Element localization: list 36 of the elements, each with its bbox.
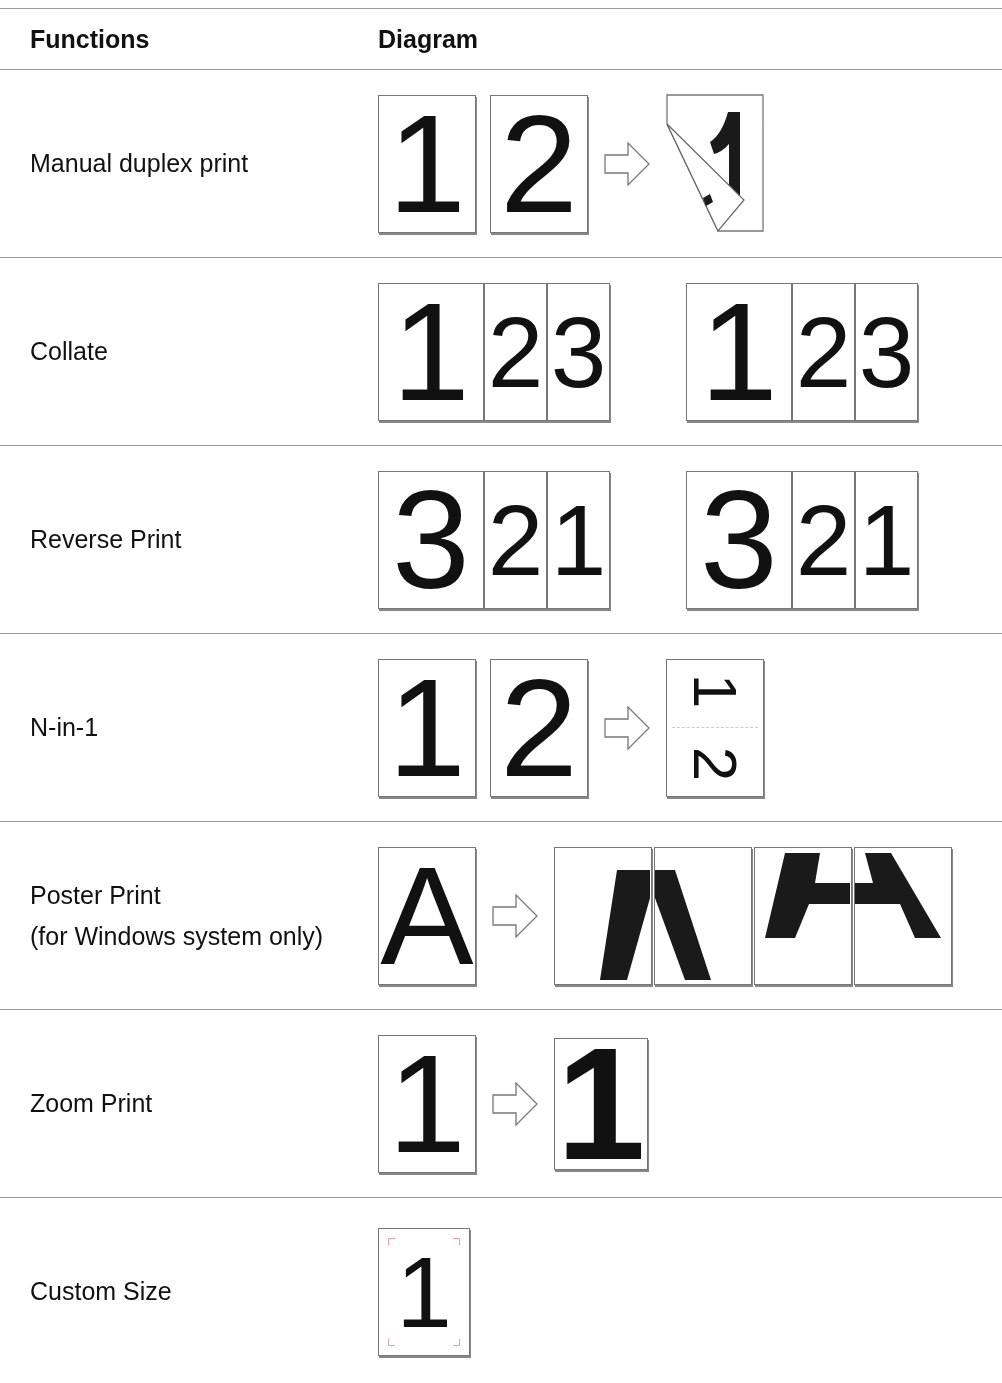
page-number: 2 xyxy=(687,746,743,781)
page-number: 2 xyxy=(487,494,544,585)
page-number: 1 xyxy=(388,100,466,227)
function-label: (for Windows system only) xyxy=(30,920,324,952)
column-header: Diagram xyxy=(348,9,1002,70)
column-header: Functions xyxy=(0,9,348,70)
page-number: 1 xyxy=(700,288,778,415)
page-number: 1 xyxy=(388,664,466,791)
corner-mark-icon xyxy=(453,1338,460,1346)
corner-mark-icon xyxy=(388,1237,395,1245)
page-number: 1 xyxy=(388,1040,466,1167)
page-number: 2 xyxy=(795,494,852,585)
function-label: Zoom Print xyxy=(30,1088,153,1119)
page-number: 2 xyxy=(795,306,852,397)
page-number: 1 xyxy=(858,494,915,585)
page-number: 3 xyxy=(700,476,778,603)
page-number: 1 xyxy=(396,1246,452,1337)
function-label: N-in-1 xyxy=(30,712,99,743)
corner-mark-icon xyxy=(453,1237,460,1245)
page-number: 3 xyxy=(392,476,470,603)
page-number: 1 xyxy=(550,494,607,585)
page-number: 1 xyxy=(687,674,743,709)
page-number: 1 xyxy=(392,288,470,415)
function-label: Manual duplex print xyxy=(30,148,249,179)
page-number: 1 xyxy=(556,1039,646,1168)
page-number: 3 xyxy=(858,306,915,397)
page-number: A xyxy=(380,852,474,979)
page-number: 3 xyxy=(550,306,607,397)
function-label: Custom Size xyxy=(30,1276,172,1307)
function-label: Reverse Print xyxy=(30,524,182,555)
function-label: Poster Print xyxy=(30,879,161,911)
page-number: 2 xyxy=(500,100,578,227)
page-number: 2 xyxy=(500,664,578,791)
page-number: 2 xyxy=(487,306,544,397)
function-label: Collate xyxy=(30,336,108,367)
corner-mark-icon xyxy=(388,1338,395,1346)
